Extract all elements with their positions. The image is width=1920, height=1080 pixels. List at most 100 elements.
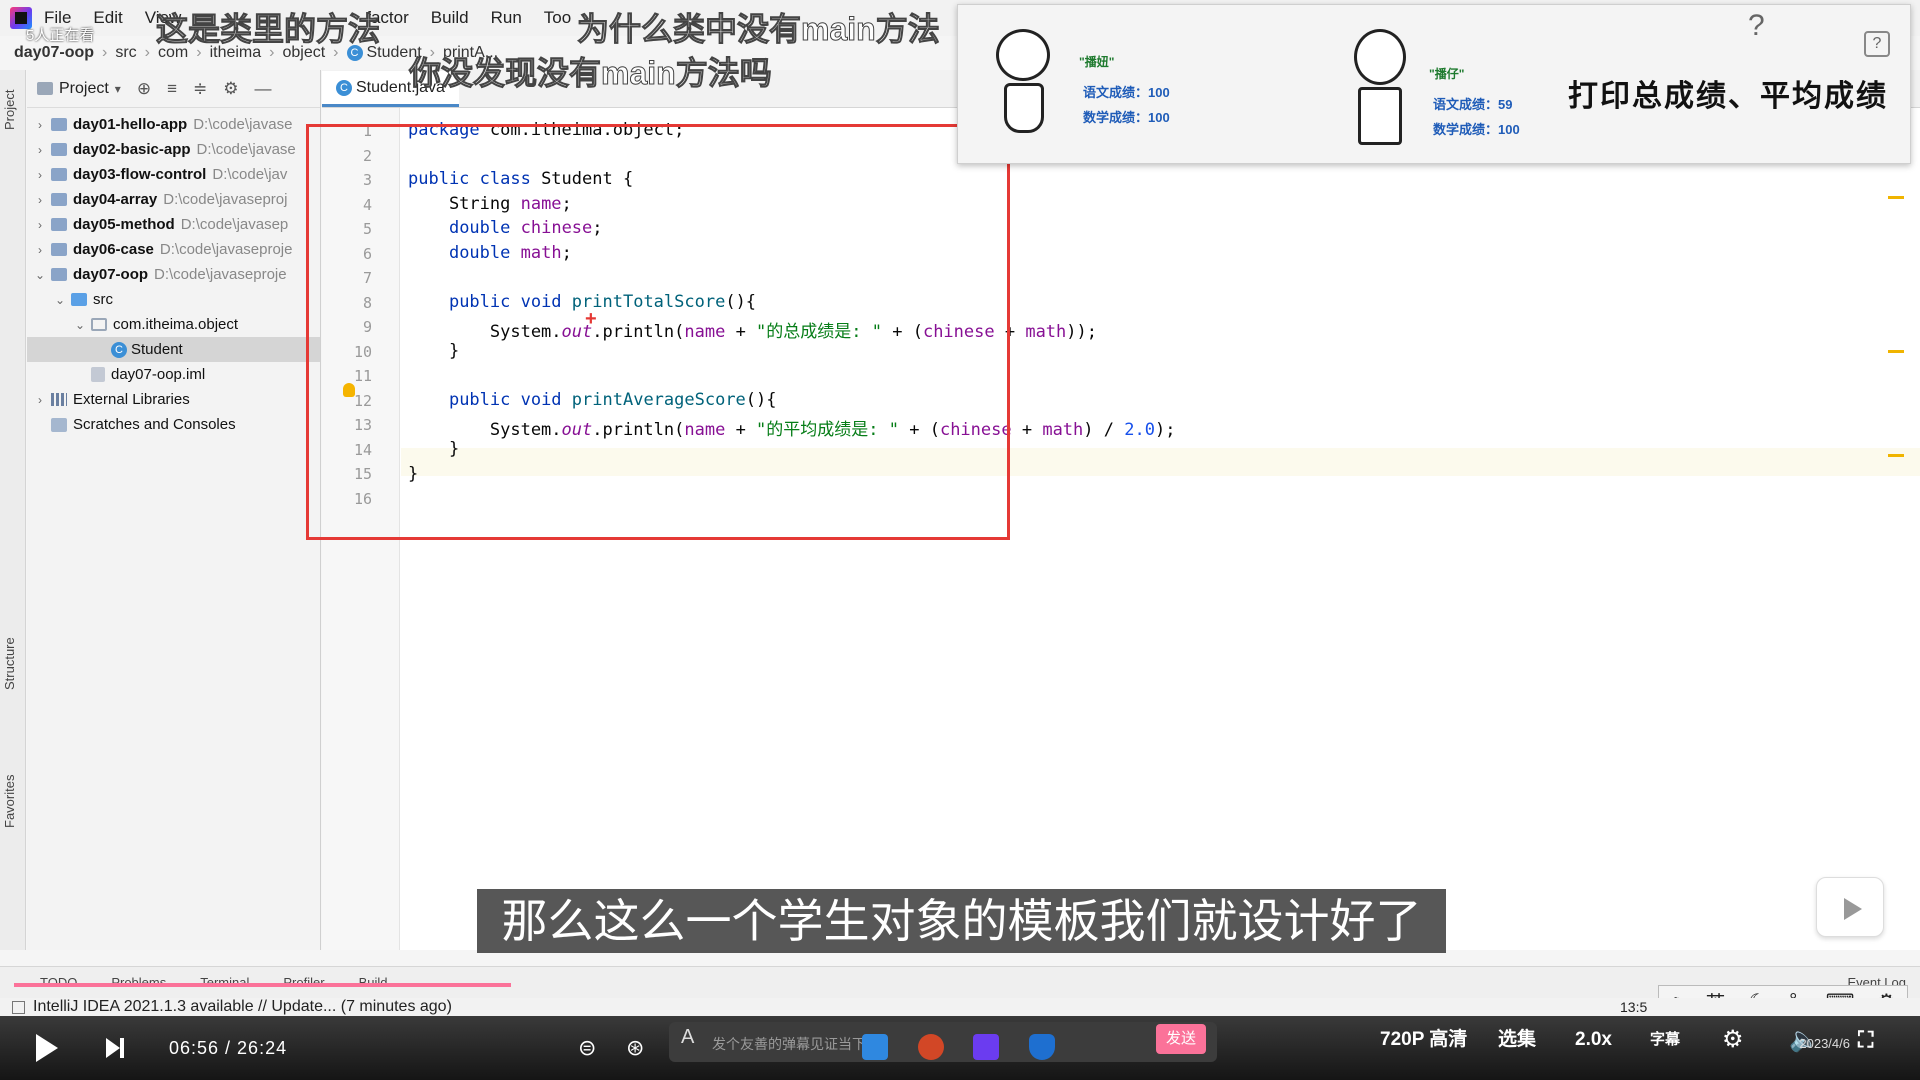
hide-panel-icon[interactable]: — [255,79,272,99]
dropdown-icon[interactable]: ▾ [115,82,121,96]
boy-chinese-score: 语文成绩：59 [1433,97,1513,112]
locate-icon[interactable]: ⊕ [137,79,151,99]
tree-item[interactable]: › day03-flow-control D:\code\jav [27,162,320,187]
libraries-icon [51,393,67,406]
next-icon [106,1038,124,1058]
boy-math-score: 数学成绩：100 [1433,122,1520,137]
intellij-taskbar-icon[interactable] [973,1034,999,1060]
tree-item[interactable]: › day04-array D:\code\javaseproj [27,187,320,212]
speed-selector[interactable]: 2.0x [1575,1020,1612,1060]
status-toggle-icon[interactable] [12,1000,25,1014]
security-taskbar-icon[interactable] [1029,1034,1055,1060]
collapse-all-icon[interactable]: ≑ [193,79,207,99]
boy-illustration [1336,25,1426,155]
tree-item-label: External Libraries [73,391,190,408]
project-panel-title[interactable]: Project [59,80,109,98]
danmaku-comment: 为什么类中没有main方法 [577,11,941,48]
time-display: 06:56 / 26:24 [169,1037,288,1058]
subtitle-button[interactable]: 字幕 [1650,1020,1680,1060]
danmaku-settings-icon[interactable]: ⊛ [626,1016,644,1080]
breadcrumb-src[interactable]: src [115,44,136,62]
ide-status-bar: IntelliJ IDEA 2021.1.3 available // Upda… [0,998,1920,1016]
video-progress-played[interactable] [14,983,511,987]
send-danmaku-button[interactable]: 发送 [1156,1024,1206,1054]
left-tool-stripe: Project Structure Favorites [0,70,26,950]
module-folder-icon [51,268,67,281]
tree-item-path: D:\code\javase [196,141,296,158]
tree-item-label: Student [131,341,183,358]
chevron-down-icon[interactable]: ⌄ [33,268,47,282]
chevron-down-icon[interactable]: ⌄ [53,293,67,307]
source-folder-icon [71,293,87,306]
tree-item[interactable]: ⌄ src [27,287,320,312]
menu-edit[interactable]: Edit [93,8,122,28]
tree-item[interactable]: › External Libraries [27,387,320,412]
next-button[interactable] [106,1016,124,1080]
girl-math-score: 数学成绩：100 [1083,110,1170,125]
chevron-down-icon[interactable]: ⌄ [73,318,87,332]
tree-item[interactable]: Scratches and Consoles [27,412,320,437]
tree-item-label: day03-flow-control [73,166,207,183]
tree-item-path: D:\code\javaseproj [163,191,288,208]
boy-name: "播仔" [1429,67,1465,81]
error-stripe-mark[interactable] [1888,350,1904,353]
menu-build[interactable]: Build [431,8,469,28]
video-subtitle: 那么这么一个学生对象的模板我们就设计好了 [477,889,1446,953]
tree-item[interactable]: › day01-hello-app D:\code\javase [27,112,320,137]
error-stripe-mark[interactable] [1888,454,1904,457]
menu-tools[interactable]: Too [544,8,571,28]
tree-item[interactable]: C Student [27,337,320,362]
expand-all-icon[interactable]: ≡ [167,79,177,99]
chevron-right-icon[interactable]: › [33,243,47,257]
project-panel-header: Project ▾ ⊕ ≡ ≑ ⚙ — [27,70,320,108]
caret-position[interactable]: 13:5 [1620,999,1647,1015]
chevron-right-icon[interactable]: › [33,393,47,407]
tree-item[interactable]: ⌄ day07-oop D:\code\javaseproje [27,262,320,287]
breadcrumb-project[interactable]: day07-oop [14,44,94,62]
structure-tool-button[interactable]: Structure [2,637,17,690]
tree-item[interactable]: › day02-basic-app D:\code\javase [27,137,320,162]
danmaku-toggle-icon[interactable]: ⊜ [578,1016,596,1080]
player-settings-icon[interactable]: ⚙ [1722,1020,1744,1060]
tree-item-path: D:\code\jav [212,166,288,183]
play-button[interactable] [36,1016,58,1080]
chevron-right-icon[interactable]: › [33,118,47,132]
project-panel: Project ▾ ⊕ ≡ ≑ ⚙ — › day01-hello-app D:\c… [27,70,321,950]
tree-item[interactable]: › day05-method D:\code\javasep [27,212,320,237]
chevron-right-icon[interactable]: › [33,193,47,207]
highlight-box [306,124,1010,540]
favorites-tool-button[interactable]: Favorites [2,775,17,828]
episodes-button[interactable]: 选集 [1498,1020,1536,1060]
tree-item-label: day07-oop.iml [111,366,206,383]
tree-item[interactable]: day07-oop.iml [27,362,320,387]
help-icon: ? [1864,31,1890,57]
tutorial-overlay-image: "播妞" 语文成绩：100 数学成绩：100 "播仔" 语文成绩：59 数学成绩… [957,4,1911,164]
overlay-title: 打印总成绩、平均成绩 [1568,80,1888,113]
tree-item[interactable]: › day06-case D:\code\javaseproje [27,237,320,262]
module-folder-icon [51,143,67,156]
project-tool-button[interactable]: Project [2,90,17,130]
powerpoint-taskbar-icon[interactable] [918,1034,944,1060]
resume-play-button[interactable] [1816,877,1884,937]
tree-item-path: D:\code\javasep [180,216,289,233]
module-folder-icon [51,243,67,256]
danmaku-placeholder: 发个友善的弹幕见证当下 [712,1036,866,1052]
settings-gear-icon[interactable]: ⚙ [223,79,238,99]
chevron-right-icon[interactable]: › [33,218,47,232]
scratches-icon [51,417,67,432]
tree-item[interactable]: ⌄ com.itheima.object [27,312,320,337]
bottom-tool-bar: TODO Problems Terminal Profiler Build Ev… [0,966,1920,998]
danmaku-style-icon[interactable]: A [681,1026,694,1049]
system-date: 2023/4/6 [1799,1036,1850,1051]
chevron-right-icon[interactable]: › [33,168,47,182]
fullscreen-icon[interactable]: ⛶ [1858,1020,1873,1060]
question-mark: ? [1748,9,1765,42]
quality-selector[interactable]: 720P 高清 [1380,1020,1467,1060]
error-stripe-mark[interactable] [1888,196,1904,199]
chevron-right-icon[interactable]: › [33,143,47,157]
menu-run[interactable]: Run [491,8,522,28]
windows-start-icon[interactable] [862,1034,888,1060]
module-folder-icon [51,118,67,131]
update-notification[interactable]: IntelliJ IDEA 2021.1.3 available // Upda… [33,998,452,1016]
module-file-icon [91,367,105,382]
